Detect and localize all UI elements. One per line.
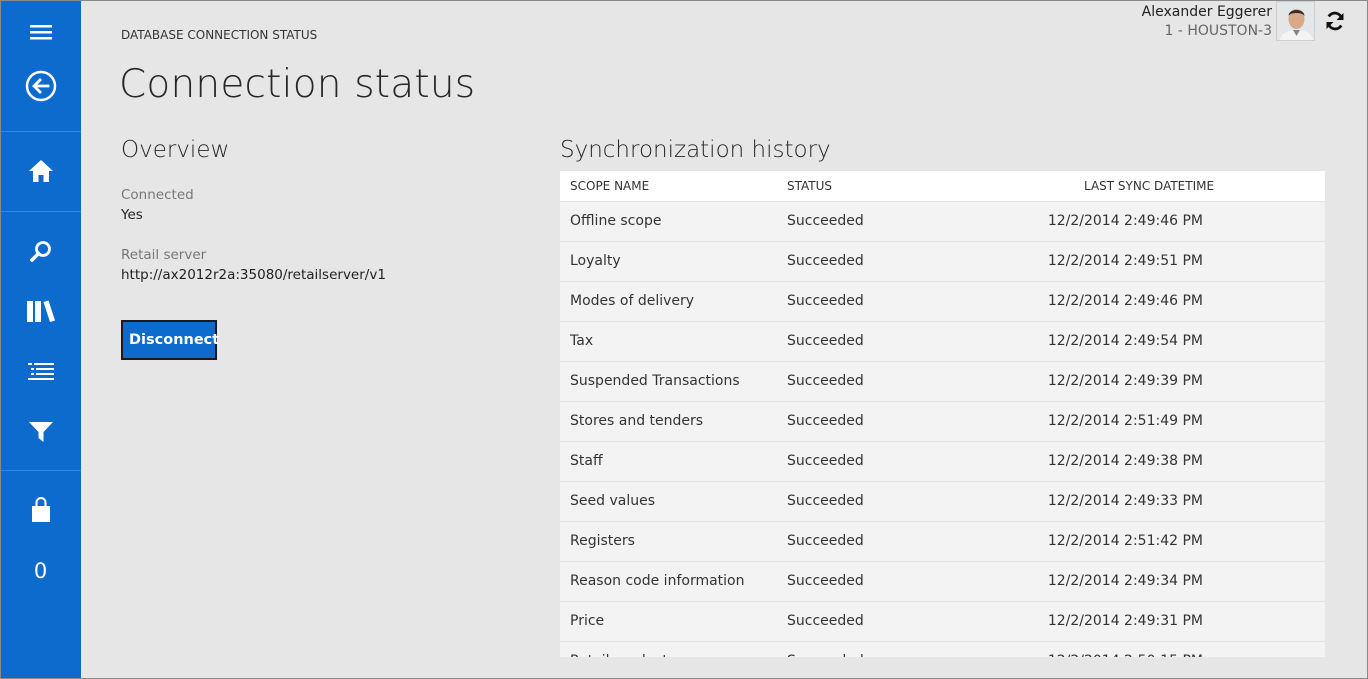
- table-row[interactable]: Modes of delivery Succeeded 12/2/2014 2:49…: [560, 281, 1325, 321]
- avatar[interactable]: [1276, 1, 1315, 41]
- sync-history-table[interactable]: SCOPE NAME STATUS LAST SYNC DATETIME Off…: [560, 171, 1325, 657]
- back-arrow-icon: [25, 70, 56, 102]
- status-cell: Succeeded: [787, 533, 864, 549]
- scope-cell: Modes of delivery: [570, 293, 695, 309]
- last-sync-cell: 12/2/2014 2:50:15 PM: [1048, 653, 1203, 657]
- main-content: DATABASE CONNECTION STATUS Connection st…: [81, 0, 1368, 679]
- search-icon: [29, 241, 51, 262]
- status-cell: Succeeded: [787, 493, 864, 509]
- table-row[interactable]: Staff Succeeded 12/2/2014 2:49:38 PM: [560, 441, 1325, 481]
- last-sync-cell: 12/2/2014 2:49:34 PM: [1047, 573, 1203, 589]
- sidebar-divider: [0, 211, 81, 212]
- products-button[interactable]: [0, 286, 81, 336]
- status-cell: Succeeded: [787, 253, 864, 269]
- column-header-scope[interactable]: SCOPE NAME: [570, 179, 649, 193]
- scope-cell: Reason code information: [570, 573, 745, 589]
- last-sync-cell: 12/2/2014 2:49:46 PM: [1047, 213, 1203, 229]
- table-row[interactable]: Offline scope Succeeded 12/2/2014 2:49:46 …: [560, 201, 1325, 241]
- home-icon: [28, 160, 53, 182]
- sidebar: 0: [0, 0, 81, 679]
- last-sync-cell: 12/2/2014 2:49:51 PM: [1047, 253, 1203, 269]
- last-sync-cell: 12/2/2014 2:51:49 PM: [1047, 413, 1203, 429]
- cart-count[interactable]: 0: [0, 546, 81, 596]
- column-header-last-sync[interactable]: LAST SYNC DATETIME: [1084, 179, 1214, 193]
- scope-cell: Seed values: [570, 493, 655, 509]
- status-cell: Succeeded: [787, 573, 864, 589]
- status-cell: Succeeded: [787, 653, 864, 657]
- last-sync-cell: 12/2/2014 2:49:31 PM: [1047, 613, 1203, 629]
- last-sync-cell: 12/2/2014 2:49:39 PM: [1047, 373, 1203, 389]
- scope-cell: Loyalty: [570, 253, 621, 269]
- last-sync-cell: 12/2/2014 2:49:46 PM: [1047, 293, 1203, 309]
- sidebar-divider: [0, 131, 81, 132]
- retail-server-value: http://ax2012r2a:35080/retailserver/v1: [121, 267, 386, 283]
- search-button[interactable]: [0, 226, 81, 276]
- connected-value: Yes: [121, 207, 143, 223]
- table-row[interactable]: Reason code information Succeeded 12/2/201…: [560, 561, 1325, 601]
- cart-button[interactable]: [0, 485, 81, 535]
- user-photo: [1277, 2, 1314, 40]
- back-button[interactable]: [0, 61, 81, 111]
- shopping-bag-icon: [31, 497, 50, 522]
- status-cell: Succeeded: [787, 213, 864, 229]
- sidebar-divider: [0, 470, 81, 471]
- table-row[interactable]: Seed values Succeeded 12/2/2014 2:49:33 PM: [560, 481, 1325, 521]
- retail-server-label: Retail server: [121, 247, 207, 263]
- scope-cell: Tax: [570, 333, 594, 349]
- store-name: 1 - HOUSTON-3: [1164, 23, 1272, 39]
- table-body: Offline scope Succeeded 12/2/2014 2:49:46 …: [560, 201, 1325, 657]
- filter-icon: [28, 422, 53, 442]
- connected-label: Connected: [121, 187, 194, 203]
- scope-cell: Offline scope: [570, 213, 662, 229]
- table-row[interactable]: Stores and tenders Succeeded 12/2/2014 2:5…: [560, 401, 1325, 441]
- table-header: SCOPE NAME STATUS LAST SYNC DATETIME: [560, 171, 1325, 201]
- scope-cell: Retail products: [570, 653, 675, 657]
- table-row[interactable]: Registers Succeeded 12/2/2014 2:51:42 PM: [560, 521, 1325, 561]
- list-icon: [27, 363, 54, 380]
- scope-cell: Suspended Transactions: [570, 373, 740, 389]
- table-row[interactable]: Loyalty Succeeded 12/2/2014 2:49:51 PM: [560, 241, 1325, 281]
- last-sync-cell: 12/2/2014 2:49:38 PM: [1047, 453, 1203, 469]
- column-header-status[interactable]: STATUS: [787, 179, 832, 193]
- overview-heading: Overview: [121, 137, 230, 163]
- show-journal-button[interactable]: [0, 346, 81, 396]
- last-sync-cell: 12/2/2014 2:51:42 PM: [1047, 533, 1203, 549]
- page-title: Connection status: [119, 62, 476, 107]
- table-row[interactable]: Tax Succeeded 12/2/2014 2:49:54 PM: [560, 321, 1325, 361]
- books-icon: [26, 300, 55, 322]
- last-sync-cell: 12/2/2014 2:49:33 PM: [1047, 493, 1203, 509]
- status-cell: Succeeded: [787, 333, 864, 349]
- status-cell: Succeeded: [787, 373, 864, 389]
- cart-count-label: 0: [33, 559, 48, 583]
- status-cell: Succeeded: [787, 293, 864, 309]
- menu-button[interactable]: [0, 7, 81, 57]
- status-cell: Succeeded: [787, 453, 864, 469]
- refresh-button[interactable]: [1323, 9, 1347, 33]
- table-row[interactable]: Retail products Succeeded 12/2/2014 2:50:1…: [560, 641, 1325, 657]
- scope-cell: Stores and tenders: [570, 413, 704, 429]
- breadcrumb: DATABASE CONNECTION STATUS: [121, 28, 318, 42]
- scope-cell: Registers: [570, 533, 635, 549]
- scope-cell: Staff: [570, 453, 603, 469]
- last-sync-cell: 12/2/2014 2:49:54 PM: [1047, 333, 1203, 349]
- table-row[interactable]: Price Succeeded 12/2/2014 2:49:31 PM: [560, 601, 1325, 641]
- hamburger-icon: [29, 25, 52, 40]
- refresh-icon: [1326, 11, 1344, 31]
- status-cell: Succeeded: [787, 613, 864, 629]
- disconnect-button[interactable]: Disconnect: [121, 320, 219, 360]
- home-button[interactable]: [0, 146, 81, 196]
- sync-history-heading: Synchronization history: [560, 137, 831, 163]
- status-cell: Succeeded: [787, 413, 864, 429]
- scope-cell: Price: [570, 613, 605, 629]
- filter-button[interactable]: [0, 407, 81, 457]
- user-name: Alexander Eggerer: [1141, 4, 1272, 20]
- table-row[interactable]: Suspended Transactions Succeeded 12/2/2014…: [560, 361, 1325, 401]
- user-info[interactable]: Alexander Eggerer 1 - HOUSTON-3: [1142, 4, 1272, 41]
